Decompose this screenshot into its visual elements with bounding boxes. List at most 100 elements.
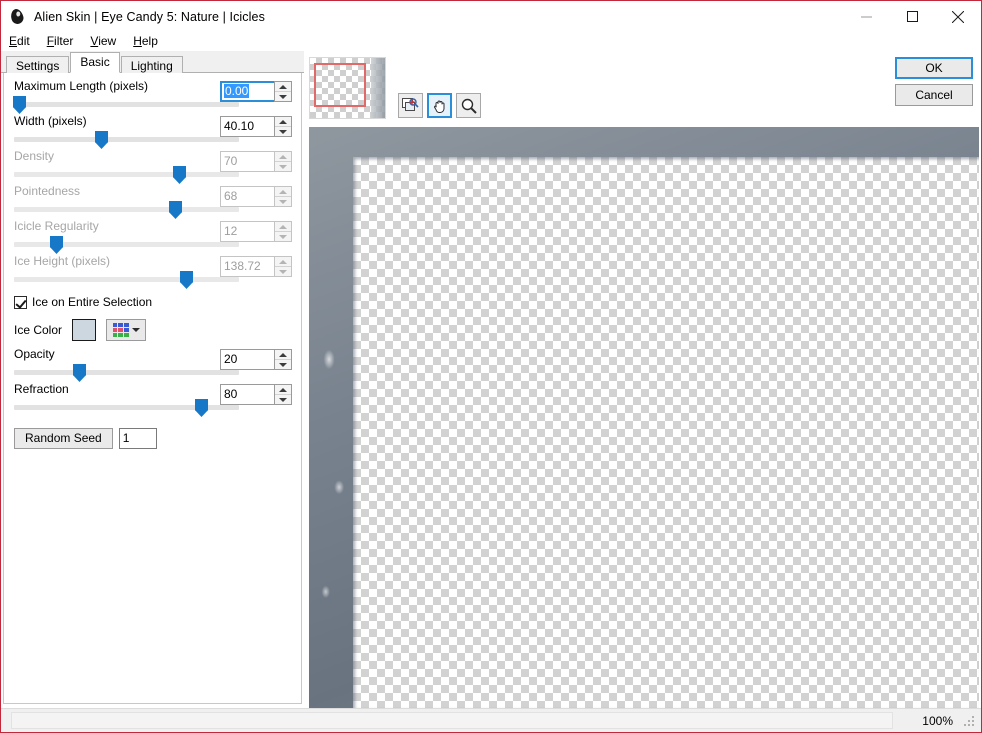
value-opacity[interactable]: 20 bbox=[220, 349, 274, 370]
control-row-refraction: Refraction 80 bbox=[11, 382, 294, 417]
dialog-buttons: OK Cancel bbox=[895, 57, 973, 106]
slider-track-opacity[interactable] bbox=[14, 370, 239, 375]
zoom-magnifier-icon[interactable] bbox=[456, 93, 481, 118]
basic-panel: Maximum Length (pixels) 0.00 Width (pixe… bbox=[3, 73, 302, 704]
status-message-area bbox=[11, 712, 893, 729]
menu-label-edit: dit bbox=[17, 34, 30, 48]
spinner-pointedness: 68 bbox=[220, 186, 292, 207]
preview-canvas[interactable] bbox=[309, 127, 979, 708]
slider-track-maximum-length[interactable] bbox=[14, 102, 239, 107]
spinner-buttons-density bbox=[274, 151, 292, 172]
slider-thumb-pointedness[interactable] bbox=[169, 201, 182, 219]
slider-thumb-maximum-length[interactable] bbox=[13, 96, 26, 114]
checkbox-ice-on-entire-selection[interactable]: Ice on Entire Selection bbox=[11, 291, 294, 313]
menu-item-view[interactable]: View bbox=[90, 32, 125, 51]
tab-settings[interactable]: Settings bbox=[6, 56, 70, 74]
tool-buttons bbox=[398, 93, 481, 118]
spinner-icicle-regularity: 12 bbox=[220, 221, 292, 242]
checkbox-icon[interactable] bbox=[14, 295, 27, 309]
menu-label-filter: ilter bbox=[54, 34, 74, 48]
spinner-down-density[interactable] bbox=[275, 162, 291, 171]
main-area: Settings Basic Lighting Maximum Length (… bbox=[1, 51, 981, 708]
slider-thumb-density[interactable] bbox=[173, 166, 186, 184]
spinner-width: 40.10 bbox=[220, 116, 292, 137]
ok-button[interactable]: OK bbox=[895, 57, 973, 79]
value-ice-height[interactable]: 138.72 bbox=[220, 256, 274, 277]
value-width[interactable]: 40.10 bbox=[220, 116, 274, 137]
window-title: Alien Skin | Eye Candy 5: Nature | Icicl… bbox=[34, 9, 265, 24]
control-row-width: Width (pixels) 40.10 bbox=[11, 114, 294, 149]
close-icon[interactable] bbox=[935, 1, 981, 32]
spinner-buttons-icicle-regularity bbox=[274, 221, 292, 242]
tab-lighting[interactable]: Lighting bbox=[120, 56, 183, 74]
ice-color-row: Ice Color bbox=[11, 315, 294, 345]
title-bar: Alien Skin | Eye Candy 5: Nature | Icicl… bbox=[1, 1, 981, 32]
navigator-thumbnail[interactable] bbox=[309, 57, 386, 119]
ice-color-palette-button[interactable] bbox=[106, 319, 147, 341]
spinner-up-icicle-regularity[interactable] bbox=[275, 222, 291, 232]
menu-bar: Edit Filter View Help bbox=[1, 32, 981, 51]
spinner-down-width[interactable] bbox=[275, 127, 291, 136]
slider-track-icicle-regularity[interactable] bbox=[14, 242, 239, 247]
spinner-buttons-ice-height bbox=[274, 256, 292, 277]
random-seed-button[interactable]: Random Seed bbox=[14, 427, 113, 449]
fit-preview-icon[interactable] bbox=[398, 93, 423, 118]
value-density[interactable]: 70 bbox=[220, 151, 274, 172]
minimize-icon[interactable] bbox=[843, 1, 889, 32]
spinner-up-pointedness[interactable] bbox=[275, 187, 291, 197]
spinner-down-refraction[interactable] bbox=[275, 395, 291, 404]
value-refraction[interactable]: 80 bbox=[220, 384, 274, 405]
slider-thumb-opacity[interactable] bbox=[73, 364, 86, 382]
preview-column: OK Cancel bbox=[304, 51, 981, 708]
menu-item-edit[interactable]: Edit bbox=[9, 32, 39, 51]
menu-item-filter[interactable]: Filter bbox=[47, 32, 83, 51]
spinner-opacity: 20 bbox=[220, 349, 292, 370]
slider-track-density[interactable] bbox=[14, 172, 239, 177]
tab-basic[interactable]: Basic bbox=[70, 52, 120, 73]
spinner-up-opacity[interactable] bbox=[275, 350, 291, 360]
slider-thumb-icicle-regularity[interactable] bbox=[50, 236, 63, 254]
slider-thumb-width[interactable] bbox=[95, 131, 108, 149]
menu-label-view: iew bbox=[98, 34, 117, 48]
value-icicle-regularity[interactable]: 12 bbox=[220, 221, 274, 242]
window-controls bbox=[843, 1, 981, 32]
preview-toolbar: OK Cancel bbox=[304, 51, 981, 127]
value-maximum-length[interactable]: 0.00 bbox=[220, 81, 274, 102]
slider-thumb-refraction[interactable] bbox=[195, 399, 208, 417]
spinner-up-density[interactable] bbox=[275, 152, 291, 162]
spinner-up-ice-height[interactable] bbox=[275, 257, 291, 267]
ice-color-swatch[interactable] bbox=[72, 319, 97, 341]
navigator-viewport-rect[interactable] bbox=[314, 63, 366, 107]
spinner-up-width[interactable] bbox=[275, 117, 291, 127]
spinner-down-icicle-regularity[interactable] bbox=[275, 232, 291, 241]
control-row-icicle-regularity: Icicle Regularity 12 bbox=[11, 219, 294, 254]
spinner-down-ice-height[interactable] bbox=[275, 267, 291, 276]
preview-transparency-checkerboard bbox=[353, 157, 979, 708]
cancel-button[interactable]: Cancel bbox=[895, 84, 973, 106]
hand-pan-icon[interactable] bbox=[427, 93, 452, 118]
status-bar: 100% bbox=[1, 708, 981, 732]
spinner-down-pointedness[interactable] bbox=[275, 197, 291, 206]
spinner-down-opacity[interactable] bbox=[275, 360, 291, 369]
slider-track-pointedness[interactable] bbox=[14, 207, 239, 212]
alien-head-icon bbox=[8, 7, 28, 27]
slider-thumb-ice-height[interactable] bbox=[180, 271, 193, 289]
checkbox-label: Ice on Entire Selection bbox=[32, 295, 153, 309]
color-palette-icon bbox=[112, 323, 129, 337]
spinner-up-maximum-length[interactable] bbox=[275, 82, 291, 92]
plugin-window: Alien Skin | Eye Candy 5: Nature | Icicl… bbox=[0, 0, 982, 733]
slider-track-width[interactable] bbox=[14, 137, 239, 142]
spinner-down-maximum-length[interactable] bbox=[275, 92, 291, 101]
resize-grip-icon[interactable] bbox=[961, 713, 977, 729]
maximize-icon[interactable] bbox=[889, 1, 935, 32]
value-pointedness[interactable]: 68 bbox=[220, 186, 274, 207]
spinner-maximum-length: 0.00 bbox=[220, 81, 292, 102]
random-seed-row: Random Seed 1 bbox=[11, 425, 294, 451]
menu-label-help: elp bbox=[141, 34, 158, 48]
random-seed-value[interactable]: 1 bbox=[118, 427, 157, 449]
label-ice-color: Ice Color bbox=[14, 323, 63, 337]
menu-item-help[interactable]: Help bbox=[133, 32, 167, 51]
spinner-up-refraction[interactable] bbox=[275, 385, 291, 395]
control-row-maximum-length: Maximum Length (pixels) 0.00 bbox=[11, 79, 294, 114]
slider-track-ice-height[interactable] bbox=[14, 277, 239, 282]
